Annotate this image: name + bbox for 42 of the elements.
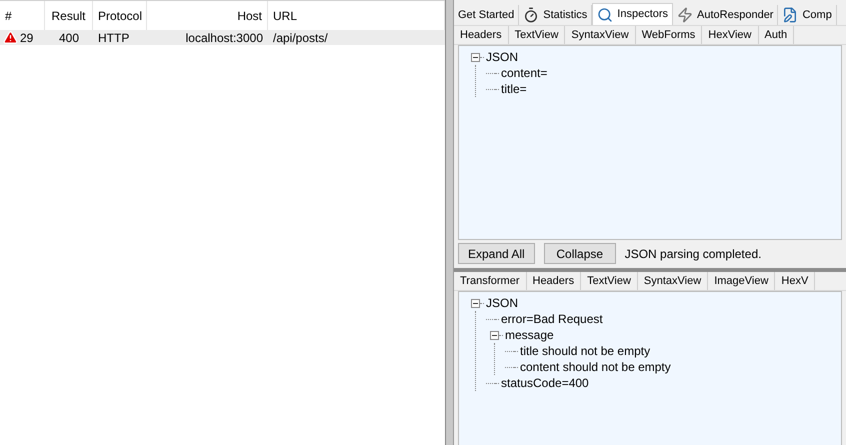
tree-node[interactable]: title should not be empty: [518, 342, 650, 360]
tree-node[interactable]: title=: [499, 80, 527, 98]
view-tab[interactable]: SyntaxView: [565, 26, 636, 44]
view-tab[interactable]: WebForms: [636, 26, 702, 44]
table-cell-text: localhost:3000: [184, 30, 264, 46]
warning-icon: [3, 30, 18, 45]
table-cell-text: HTTP: [97, 30, 130, 46]
tree-node[interactable]: statusCode=400: [499, 374, 589, 392]
view-tab[interactable]: SyntaxView: [638, 272, 708, 290]
view-tab[interactable]: Headers: [454, 26, 509, 44]
view-tab[interactable]: HexView: [702, 26, 758, 44]
view-tab[interactable]: TextView: [508, 26, 566, 44]
view-tab[interactable]: ImageView: [708, 272, 776, 290]
lightning-icon: [677, 7, 694, 23]
tree-node[interactable]: error=Bad Request: [499, 310, 603, 328]
tree-button[interactable]: Expand All: [458, 243, 535, 264]
tree-node[interactable]: JSON: [484, 294, 518, 312]
view-tab[interactable]: TextView: [581, 272, 638, 290]
table-cell-text: 29: [20, 30, 34, 46]
status-text: JSON parsing completed.: [624, 246, 762, 262]
inspector-tab[interactable]: Inspectors: [592, 3, 674, 25]
view-tab[interactable]: Transformer: [454, 272, 526, 290]
tree-node[interactable]: JSON: [484, 48, 518, 66]
tree-node[interactable]: content should not be empty: [518, 358, 671, 376]
tree-button[interactable]: Collapse: [544, 243, 616, 264]
stopwatch-icon: [523, 7, 540, 23]
view-tab[interactable]: Auth: [758, 26, 794, 44]
tree-node[interactable]: message: [503, 326, 554, 344]
inspector-tab[interactable]: Comp: [778, 5, 837, 25]
table-cell-text: /api/posts/: [272, 30, 329, 46]
tree-node[interactable]: content=: [499, 64, 548, 82]
search-icon: [597, 6, 614, 22]
view-tab[interactable]: Headers: [526, 272, 582, 290]
session-row[interactable]: 29 400 HTTP localhost:3000 /api/posts/: [0, 30, 445, 45]
collapse-icon[interactable]: [490, 330, 499, 340]
collapse-icon[interactable]: [471, 52, 480, 62]
view-tab[interactable]: HexV: [775, 272, 816, 290]
table-cell-text: 400: [58, 30, 80, 46]
pencil-note-icon: [782, 7, 798, 23]
inspector-tab[interactable]: AutoResponder: [673, 5, 778, 25]
collapse-icon[interactable]: [471, 298, 480, 308]
inspector-tab[interactable]: Get Started: [454, 5, 520, 25]
